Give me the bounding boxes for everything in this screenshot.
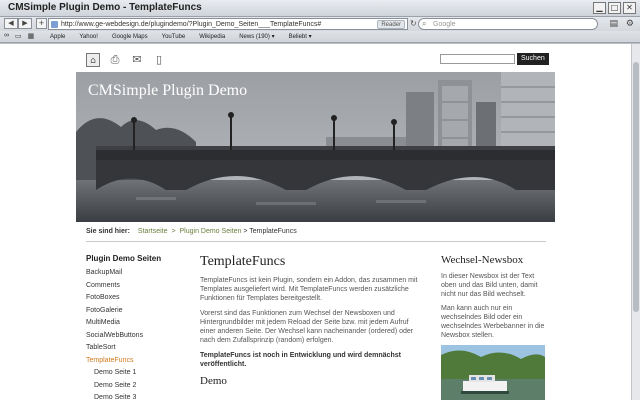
- breadcrumb-label: Sie sind hier:: [86, 228, 130, 235]
- site-search-button[interactable]: Suchen: [517, 53, 549, 65]
- bookmark-news[interactable]: News (190) ▾: [239, 31, 274, 43]
- bookmark-tools: ∞ ▭ ▦: [4, 32, 34, 40]
- demo-heading: Demo: [200, 375, 227, 387]
- page-viewport: ⌂ ⎙ ✉ ▯ Suchen CMSimple Plugin Demo Sie …: [0, 44, 631, 400]
- window-controls: ▁ □ ✕: [593, 2, 636, 14]
- newsbox-title: Wechsel-Newsbox: [441, 254, 524, 266]
- sidebar-subitem-demo-3[interactable]: Demo Seite 3: [86, 392, 186, 400]
- functions-paragraph: Vorerst sind das Funktionen zum Wechsel …: [200, 310, 414, 344]
- sidebar-item-tablesort[interactable]: TableSort: [86, 342, 186, 355]
- vertical-scrollbar[interactable]: [631, 44, 640, 400]
- gear-icon[interactable]: ⚙: [626, 18, 634, 29]
- reload-icon[interactable]: ↻: [410, 19, 417, 28]
- reader-button[interactable]: Reader: [377, 20, 405, 29]
- browser-toolbar: ◀ ▶ + http://www.ge-webdesign.de/plugind…: [0, 17, 640, 31]
- bookmark-items: Apple Yahoo! Google Maps YouTube Wikiped…: [50, 31, 312, 43]
- newsbox-paragraph-1: In dieser Newsbox ist der Text oben und …: [441, 273, 538, 298]
- mail-icon[interactable]: ✉: [130, 53, 144, 67]
- header-title: CMSimple Plugin Demo: [88, 82, 248, 99]
- forward-icon[interactable]: ▶: [18, 18, 32, 29]
- newsbox-paragraph-2: Man kann auch nur ein wechselndes Bild o…: [441, 305, 545, 339]
- close-icon[interactable]: ✕: [623, 2, 636, 14]
- bookmark-wikipedia[interactable]: Wikipedia: [199, 31, 225, 43]
- sidebar-item-fotogalerie[interactable]: FotoGalerie: [86, 305, 186, 318]
- page-tool-icons: ⌂ ⎙ ✉ ▯: [86, 53, 166, 67]
- breadcrumb-divider: [86, 241, 546, 242]
- bookmark-beliebt[interactable]: Beliebt ▾: [289, 31, 312, 43]
- breadcrumb-current: TemplateFuncs: [249, 228, 297, 235]
- main-content: TemplateFuncs TemplateFuncs ist kein Plu…: [200, 254, 425, 387]
- site-icon: [51, 21, 58, 28]
- intro-paragraph: TemplateFuncs ist kein Plugin, sondern e…: [200, 277, 418, 302]
- bookmark-yahoo[interactable]: Yahoo!: [79, 31, 98, 43]
- maximize-icon[interactable]: □: [608, 2, 621, 14]
- newsbox: Wechsel-Newsbox In dieser Newsbox ist de…: [441, 254, 546, 400]
- bookmark-apple[interactable]: Apple: [50, 31, 65, 43]
- bookmarks-icon[interactable]: ▭: [15, 32, 22, 40]
- google-search-placeholder: Google: [433, 21, 456, 28]
- add-bookmark-icon[interactable]: +: [36, 18, 47, 29]
- header-image: CMSimple Plugin Demo: [76, 72, 555, 222]
- back-icon[interactable]: ◀: [4, 18, 18, 29]
- window-title: CMSimple Plugin Demo - TemplateFuncs: [8, 2, 202, 13]
- sidebar-item-comments[interactable]: Comments: [86, 280, 186, 293]
- bookmarks-bar: ∞ ▭ ▦ Apple Yahoo! Google Maps YouTube W…: [0, 31, 640, 43]
- google-search-field[interactable]: ⌕ Google: [418, 18, 598, 30]
- sidebar-subitem-demo-1[interactable]: Demo Seite 1: [86, 367, 186, 380]
- bookmark-youtube[interactable]: YouTube: [162, 31, 186, 43]
- sidebar-title[interactable]: Plugin Demo Seiten: [86, 254, 186, 263]
- breadcrumb-parent[interactable]: Plugin Demo Seiten: [180, 228, 242, 235]
- magnifier-icon: ⌕: [422, 19, 427, 28]
- newsbox-image: [441, 345, 545, 400]
- sidebar-item-socialwebbuttons[interactable]: SocialWebButtons: [86, 330, 186, 343]
- page-title: TemplateFuncs: [200, 254, 286, 269]
- page-menu-icon[interactable]: ▤: [609, 18, 618, 29]
- sidebar-subitem-demo-2[interactable]: Demo Seite 2: [86, 380, 186, 393]
- window-titlebar: CMSimple Plugin Demo - TemplateFuncs ▁ □…: [0, 0, 640, 17]
- reading-list-icon[interactable]: ∞: [4, 32, 9, 40]
- sidebar-item-backupmail[interactable]: BackupMail: [86, 267, 186, 280]
- address-bar[interactable]: http://www.ge-webdesign.de/plugindemo/?P…: [48, 18, 408, 30]
- scrollbar-thumb[interactable]: [633, 62, 639, 312]
- bookmark-google-maps[interactable]: Google Maps: [112, 31, 148, 43]
- nav-buttons: ◀ ▶ +: [4, 18, 47, 29]
- top-sites-icon[interactable]: ▦: [28, 32, 35, 40]
- breadcrumb-home[interactable]: Startseite: [138, 228, 168, 235]
- minimize-icon[interactable]: ▁: [593, 2, 606, 14]
- address-text[interactable]: http://www.ge-webdesign.de/plugindemo/?P…: [61, 19, 321, 30]
- site-search-input[interactable]: [440, 54, 515, 64]
- printer-icon[interactable]: ⎙: [108, 53, 122, 67]
- sidebar-item-templatefuncs[interactable]: TemplateFuncs: [86, 355, 186, 368]
- sidebar-item-multimedia[interactable]: MultiMedia: [86, 317, 186, 330]
- breadcrumb-separator: >: [171, 228, 176, 235]
- boat-photo: [441, 345, 545, 400]
- sidebar-nav: Plugin Demo Seiten BackupMail Comments F…: [86, 254, 186, 400]
- sidebar-item-fotoboxes[interactable]: FotoBoxes: [86, 292, 186, 305]
- sitemap-icon[interactable]: ▯: [152, 53, 166, 67]
- home-icon[interactable]: ⌂: [86, 53, 100, 67]
- development-note: TemplateFuncs ist noch in Entwicklung un…: [200, 352, 401, 368]
- breadcrumb: Sie sind hier: Startseite > Plugin Demo …: [86, 228, 297, 235]
